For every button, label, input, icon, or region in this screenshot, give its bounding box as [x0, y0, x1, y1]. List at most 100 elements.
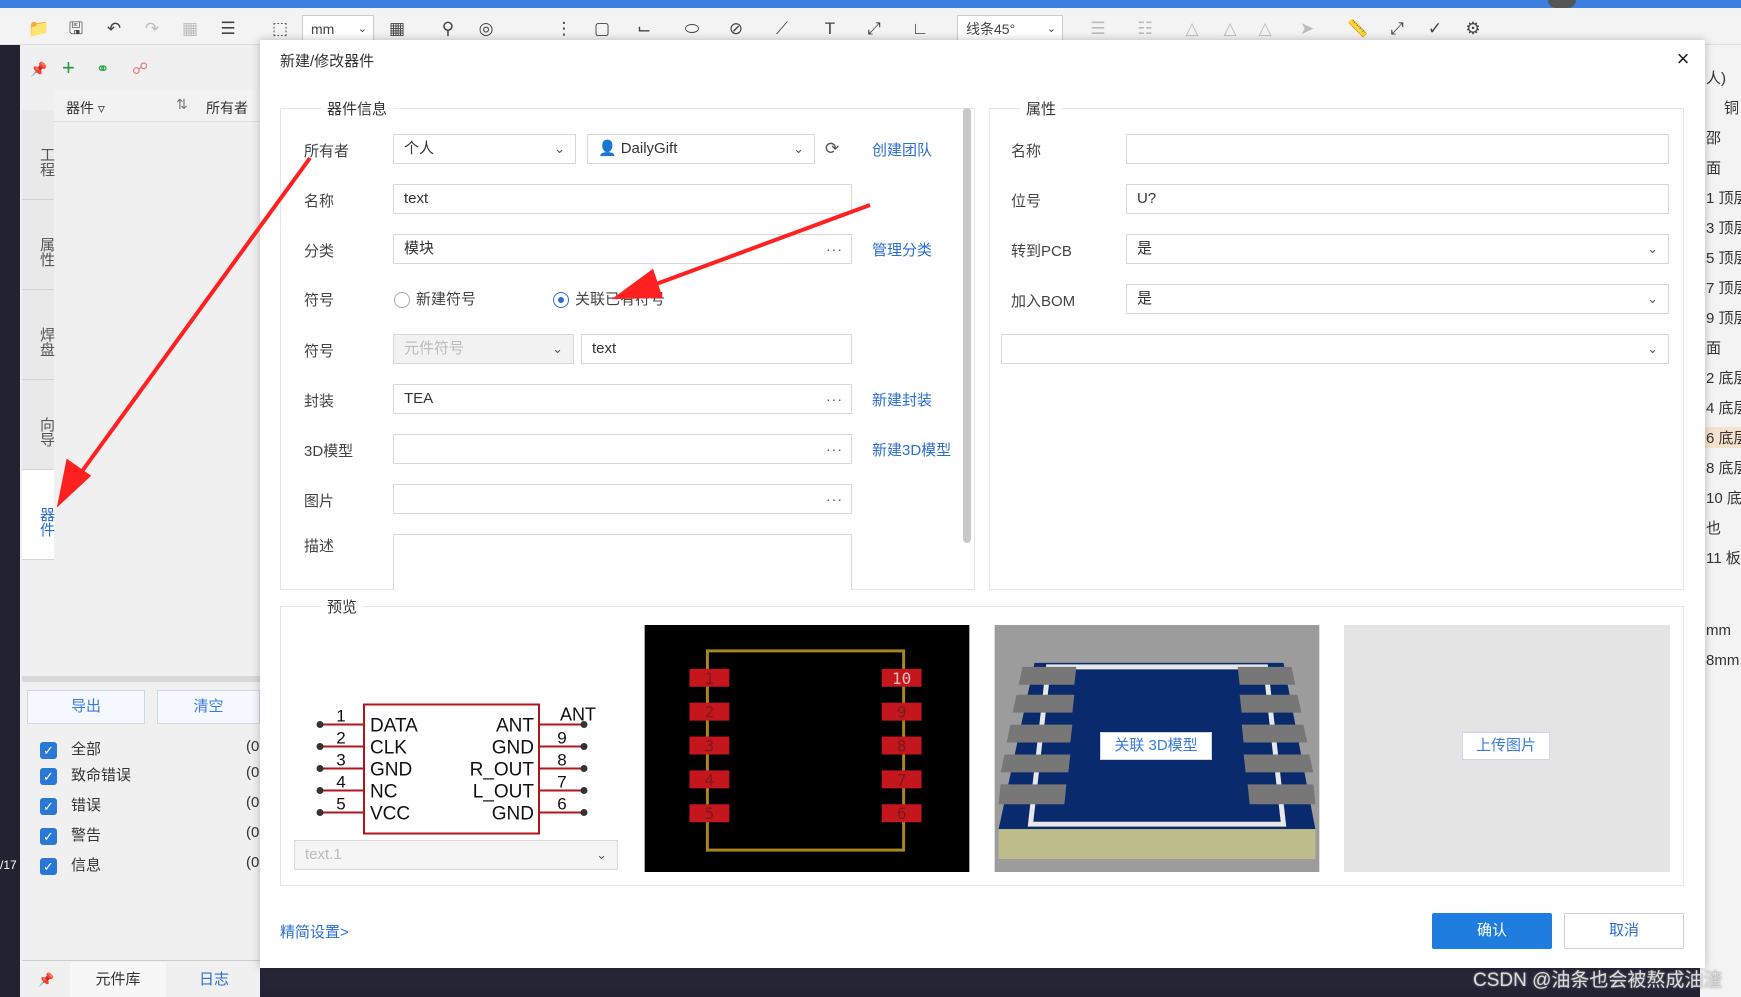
- to-pcb-select[interactable]: 是 ⌄: [1126, 234, 1669, 264]
- description-textarea[interactable]: [393, 534, 852, 590]
- tab-properties[interactable]: 属性: [22, 200, 55, 290]
- select-box-icon[interactable]: ⬚: [270, 19, 290, 39]
- more-icon[interactable]: ···: [826, 235, 843, 263]
- symbol-input[interactable]: text: [581, 334, 852, 364]
- attr-name-input[interactable]: [1126, 134, 1669, 164]
- splitter[interactable]: [22, 676, 260, 682]
- grid-snap-icon[interactable]: ▦: [387, 19, 407, 39]
- layer-item[interactable]: 9 顶层: [1706, 307, 1741, 328]
- new-3d-model-link[interactable]: 新建3D模型: [872, 439, 951, 460]
- text-icon[interactable]: T: [820, 19, 840, 39]
- check-error[interactable]: ✓ 错误 (0: [40, 794, 259, 816]
- export-button[interactable]: 导出: [27, 690, 145, 724]
- tab-wizard[interactable]: 向导: [22, 380, 55, 470]
- add-attribute-select[interactable]: ⌄: [1001, 334, 1669, 364]
- search-list-icon[interactable]: ☰: [218, 19, 238, 39]
- wire-mode-select[interactable]: 线条45° ⌄: [957, 15, 1063, 43]
- create-team-link[interactable]: 创建团队: [872, 139, 932, 160]
- sort-icon[interactable]: ⇅: [176, 96, 188, 113]
- layer-item[interactable]: 11 板: [1706, 547, 1741, 568]
- layer-item[interactable]: 1 顶层: [1706, 187, 1741, 208]
- link-icon[interactable]: ⚭: [96, 59, 109, 79]
- close-icon[interactable]: ×: [1668, 44, 1698, 74]
- check-info[interactable]: ✓ 信息 (0: [40, 854, 259, 876]
- no-icon[interactable]: ⊘: [726, 19, 746, 39]
- pad-icon[interactable]: ◎: [476, 19, 496, 39]
- check-fatal[interactable]: ✓ 致命错误 (0: [40, 764, 259, 786]
- pin-bottom-icon[interactable]: 📌: [38, 972, 54, 988]
- bom-select[interactable]: 是 ⌄: [1126, 284, 1669, 314]
- owner-select[interactable]: 个人 ⌄: [393, 134, 576, 164]
- simplify-settings-link[interactable]: 精简设置>: [280, 921, 349, 942]
- image-input[interactable]: ···: [393, 484, 852, 514]
- clear-button[interactable]: 清空: [157, 690, 260, 724]
- radio-on-icon[interactable]: [553, 292, 569, 309]
- checkbox-icon[interactable]: ✓: [40, 741, 57, 759]
- radio-off-icon[interactable]: [394, 292, 410, 309]
- layer-item[interactable]: 5 顶层: [1706, 247, 1741, 268]
- designator-input[interactable]: U?: [1126, 184, 1669, 214]
- upload-image-button[interactable]: 上传图片: [1462, 732, 1550, 760]
- more-icon[interactable]: ···: [826, 385, 843, 413]
- settings-gear-icon[interactable]: ⚙: [1463, 19, 1483, 39]
- info-scrollbar[interactable]: [963, 108, 971, 543]
- manage-category-link[interactable]: 管理分类: [872, 239, 932, 260]
- category-input[interactable]: 模块 ···: [393, 234, 852, 264]
- radio-link-symbol[interactable]: 关联已有符号: [553, 288, 665, 309]
- unit-select[interactable]: mm ⌄: [302, 15, 374, 43]
- owner-column-header[interactable]: 所有者: [206, 98, 248, 118]
- check-warning[interactable]: ✓ 警告 (0: [40, 824, 259, 846]
- ruler-icon[interactable]: 📏: [1347, 19, 1368, 39]
- layer-item[interactable]: 3 顶层: [1706, 217, 1741, 238]
- drc-icon[interactable]: ✓: [1425, 19, 1445, 39]
- radio-new-symbol[interactable]: 新建符号: [394, 288, 476, 309]
- flip-v-icon[interactable]: △: [1220, 19, 1240, 39]
- confirm-button[interactable]: 确认: [1432, 913, 1552, 949]
- footprint-input[interactable]: TEA ···: [393, 384, 852, 414]
- link-3d-model-button[interactable]: 关联 3D模型: [1100, 732, 1212, 760]
- tab-pads[interactable]: 焊盘: [22, 290, 55, 380]
- layer-item[interactable]: 7 顶层: [1706, 277, 1741, 298]
- new-footprint-link[interactable]: 新建封装: [872, 389, 932, 410]
- refresh-icon[interactable]: ⟳: [825, 139, 839, 159]
- checkbox-icon[interactable]: ✓: [40, 797, 57, 815]
- dots-icon[interactable]: ⋮: [554, 19, 574, 39]
- check-all[interactable]: ✓ 全部 (0: [40, 738, 259, 760]
- save-icon[interactable]: 🖫: [66, 19, 86, 39]
- layer-item-selected[interactable]: 6 底层: [1700, 427, 1741, 448]
- team-select[interactable]: 👤 DailyGift ⌄: [587, 134, 815, 164]
- checkbox-icon[interactable]: ✓: [40, 827, 57, 845]
- unlink-icon[interactable]: ☍: [132, 59, 148, 79]
- checkbox-icon[interactable]: ✓: [40, 767, 57, 785]
- symbol-part-select[interactable]: text.1 ⌄: [294, 840, 618, 870]
- rotate-icon[interactable]: △: [1255, 19, 1275, 39]
- layer-item[interactable]: 2 底层: [1706, 367, 1741, 388]
- undo-icon[interactable]: ↶: [104, 19, 124, 39]
- rect-icon[interactable]: ▢: [592, 19, 612, 39]
- symbol-type-select[interactable]: 元件符号 ⌄: [393, 334, 574, 364]
- layer-item[interactable]: 8 底层: [1706, 457, 1741, 478]
- tab-log[interactable]: 日志: [166, 962, 262, 997]
- filter-icon[interactable]: ▿: [98, 100, 105, 116]
- corner-icon[interactable]: ∟: [910, 19, 930, 39]
- add-icon[interactable]: +: [62, 55, 75, 81]
- pin-icon[interactable]: ⚲: [438, 19, 458, 39]
- polyline-icon[interactable]: ⌙: [634, 19, 654, 39]
- align-icon[interactable]: ☰: [1088, 19, 1108, 39]
- tab-project[interactable]: 工程: [22, 110, 55, 200]
- tab-components[interactable]: 器件: [22, 470, 55, 560]
- flip-h-icon[interactable]: △: [1182, 19, 1202, 39]
- layer-item[interactable]: 10 底层: [1706, 487, 1741, 508]
- checkbox-icon[interactable]: ✓: [40, 857, 57, 875]
- grid-icon[interactable]: ▦: [180, 19, 200, 39]
- arrow-right-icon[interactable]: ➤: [1297, 19, 1317, 39]
- layer-item[interactable]: 4 底层: [1706, 397, 1741, 418]
- folder-icon[interactable]: 📁: [28, 19, 49, 39]
- tab-library[interactable]: 元件库: [70, 962, 166, 997]
- line-icon[interactable]: ⟋: [772, 19, 792, 39]
- name-input[interactable]: text: [393, 184, 852, 214]
- cancel-button[interactable]: 取消: [1564, 913, 1684, 949]
- ellipse-icon[interactable]: ⬭: [682, 19, 702, 39]
- more-icon[interactable]: ···: [826, 485, 843, 513]
- distribute-icon[interactable]: ☷: [1135, 19, 1155, 39]
